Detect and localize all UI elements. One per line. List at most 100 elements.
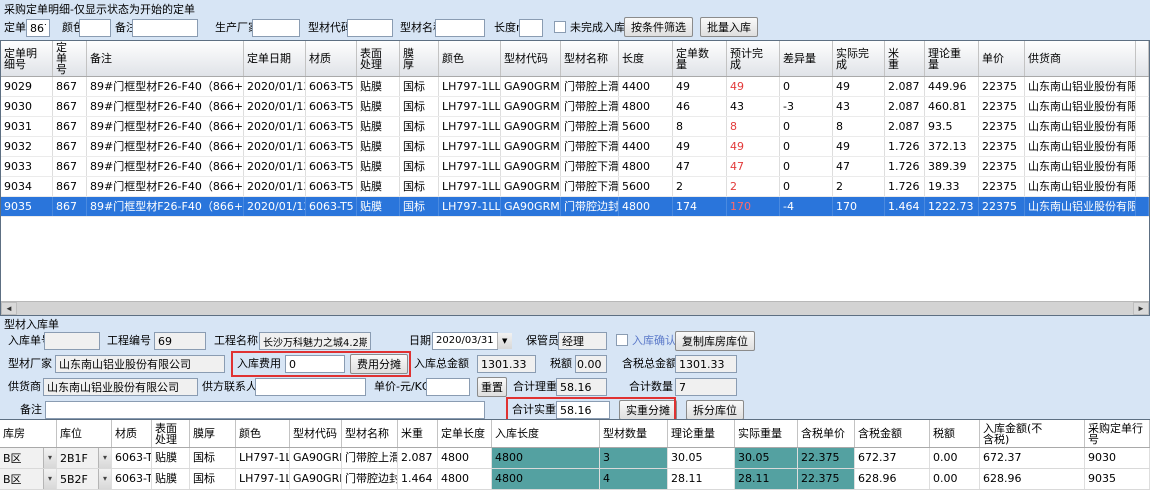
order-no-input[interactable] bbox=[26, 19, 50, 37]
copy-warehouse-button[interactable]: 复制库房库位 bbox=[675, 331, 755, 351]
column-header[interactable]: 型材数量 bbox=[600, 420, 668, 447]
table-row[interactable]: B区▾2B1F▾6063-T5贴膜国标LH797-1LL0GA90GRM03门带… bbox=[0, 448, 1150, 469]
column-header[interactable]: 入库长度 bbox=[492, 420, 600, 447]
table-cell: 22375 bbox=[979, 177, 1025, 196]
column-header[interactable]: 定单长度 bbox=[438, 420, 492, 447]
column-header[interactable]: 备注 bbox=[87, 41, 244, 76]
table-row[interactable]: 902986789#门框型材F26-F40（866+867）2020/01/13… bbox=[1, 77, 1150, 97]
table-cell: 1.726 bbox=[885, 157, 925, 176]
total-actual-input[interactable] bbox=[556, 401, 610, 419]
column-header[interactable]: 单价 bbox=[979, 41, 1025, 76]
column-header[interactable]: 型材代码 bbox=[501, 41, 561, 76]
table-cell[interactable]: B区▾ bbox=[0, 469, 57, 489]
column-header[interactable]: 材质 bbox=[306, 41, 357, 76]
tax-input[interactable] bbox=[575, 355, 607, 373]
split-location-button[interactable]: 拆分库位 bbox=[686, 400, 744, 420]
total-with-tax-input[interactable] bbox=[675, 355, 737, 373]
color-input[interactable] bbox=[79, 19, 111, 37]
h-scrollbar[interactable]: ◄ ► bbox=[1, 301, 1149, 315]
table-cell[interactable]: 2B1F▾ bbox=[57, 448, 112, 468]
profile-name-input[interactable] bbox=[435, 19, 485, 37]
total-qty-input[interactable] bbox=[675, 378, 737, 396]
calendar-dropdown-icon[interactable]: ▼ bbox=[497, 333, 512, 349]
inbound-fee-input[interactable] bbox=[285, 355, 345, 373]
keeper-input[interactable] bbox=[558, 332, 607, 350]
dropdown-arrow-icon[interactable]: ▾ bbox=[43, 448, 56, 468]
column-header[interactable]: 采购定单行 号 bbox=[1085, 420, 1150, 447]
batch-inbound-button[interactable]: 批量入库 bbox=[700, 17, 758, 37]
table-cell: 门带腔上滑 bbox=[342, 448, 398, 468]
scroll-left-button[interactable]: ◄ bbox=[1, 302, 17, 315]
total-theoretical-input[interactable] bbox=[556, 378, 607, 396]
supplier-input[interactable] bbox=[43, 378, 198, 396]
column-header[interactable]: 材质 bbox=[112, 420, 152, 447]
column-header[interactable]: 含税单价 bbox=[798, 420, 855, 447]
table-cell: 0 bbox=[780, 137, 833, 156]
factory-input[interactable] bbox=[55, 355, 225, 373]
length-input[interactable] bbox=[519, 19, 543, 37]
column-header[interactable]: 库房 bbox=[0, 420, 57, 447]
column-header[interactable]: 型材名称 bbox=[561, 41, 619, 76]
cost-allocate-button[interactable]: 费用分摊 bbox=[350, 354, 408, 374]
dropdown-arrow-icon[interactable]: ▾ bbox=[98, 448, 111, 468]
table-cell[interactable]: 5B2F▾ bbox=[57, 469, 112, 489]
dropdown-arrow-icon[interactable]: ▾ bbox=[43, 469, 56, 489]
contact-input[interactable] bbox=[255, 378, 366, 396]
scroll-track[interactable] bbox=[17, 302, 1133, 315]
column-header[interactable]: 差异量 bbox=[780, 41, 833, 76]
column-header[interactable]: 定 单 号 bbox=[53, 41, 87, 76]
column-header[interactable] bbox=[1136, 41, 1149, 76]
column-header[interactable]: 颜色 bbox=[236, 420, 290, 447]
column-header[interactable]: 表面 处理 bbox=[357, 41, 400, 76]
column-header[interactable]: 理论重 量 bbox=[925, 41, 979, 76]
scroll-right-button[interactable]: ► bbox=[1133, 302, 1149, 315]
column-header[interactable]: 含税金额 bbox=[855, 420, 930, 447]
column-header[interactable]: 供货商 bbox=[1025, 41, 1136, 76]
column-header[interactable]: 预计完 成 bbox=[727, 41, 780, 76]
column-header[interactable]: 表面 处理 bbox=[152, 420, 190, 447]
column-header[interactable]: 库位 bbox=[57, 420, 112, 447]
column-header[interactable]: 型材代码 bbox=[290, 420, 342, 447]
remark-input[interactable] bbox=[132, 19, 198, 37]
table-row[interactable]: 903386789#门框型材F26-F40（866+867）2020/01/13… bbox=[1, 157, 1150, 177]
column-header[interactable]: 入库金额(不 含税) bbox=[980, 420, 1085, 447]
table-row[interactable]: 903486789#门框型材F26-F40（866+867）2020/01/13… bbox=[1, 177, 1150, 197]
table-cell: 2020/01/13 bbox=[244, 197, 306, 216]
profile-code-input[interactable] bbox=[347, 19, 393, 37]
column-header[interactable]: 型材名称 bbox=[342, 420, 398, 447]
column-header[interactable]: 税额 bbox=[930, 420, 980, 447]
column-header[interactable]: 定单日期 bbox=[244, 41, 306, 76]
table-row[interactable]: 903186789#门框型材F26-F40（866+867）2020/01/13… bbox=[1, 117, 1150, 137]
date-picker[interactable]: 2020/03/31 ▼ bbox=[432, 332, 498, 350]
column-header[interactable]: 长度 bbox=[619, 41, 673, 76]
total-amount-input[interactable] bbox=[477, 355, 536, 373]
column-header[interactable]: 理论重量 bbox=[668, 420, 735, 447]
table-row[interactable]: 903586789#门框型材F26-F40（866+867）2020/01/13… bbox=[1, 197, 1150, 217]
actual-weight-allocate-button[interactable]: 实重分摊 bbox=[619, 400, 677, 420]
column-header[interactable]: 定单数 量 bbox=[673, 41, 727, 76]
inbound-no-input[interactable] bbox=[44, 332, 100, 350]
table-cell[interactable]: B区▾ bbox=[0, 448, 57, 468]
column-header[interactable]: 膜 厚 bbox=[400, 41, 439, 76]
unit-price-input[interactable] bbox=[426, 378, 470, 396]
note-input[interactable] bbox=[45, 401, 485, 419]
unfinished-checkbox[interactable] bbox=[554, 21, 566, 33]
project-no-input[interactable] bbox=[154, 332, 206, 350]
table-row[interactable]: 903086789#门框型材F26-F40（866+867）2020/01/13… bbox=[1, 97, 1150, 117]
filter-by-condition-button[interactable]: 按条件筛选 bbox=[624, 17, 693, 37]
column-header[interactable]: 定单明 细号 bbox=[1, 41, 53, 76]
table-row[interactable]: 903286789#门框型材F26-F40（866+867）2020/01/13… bbox=[1, 137, 1150, 157]
project-name-input[interactable] bbox=[259, 332, 371, 350]
column-header[interactable]: 颜色 bbox=[439, 41, 501, 76]
manufacturer-input[interactable] bbox=[252, 19, 300, 37]
dropdown-arrow-icon[interactable]: ▾ bbox=[98, 469, 111, 489]
table-row[interactable]: B区▾5B2F▾6063-T5贴膜国标LH797-1LL0GA90GRM05门带… bbox=[0, 469, 1150, 490]
reset-button[interactable]: 重置 bbox=[477, 377, 507, 397]
purchase-order-table: 定单明 细号定 单 号备注定单日期材质表面 处理膜 厚颜色型材代码型材名称长度定… bbox=[1, 41, 1149, 217]
inbound-confirm-checkbox[interactable] bbox=[616, 334, 628, 346]
column-header[interactable]: 米重 bbox=[398, 420, 438, 447]
column-header[interactable]: 膜厚 bbox=[190, 420, 236, 447]
column-header[interactable]: 实际完 成 bbox=[833, 41, 885, 76]
column-header[interactable]: 米 重 bbox=[885, 41, 925, 76]
column-header[interactable]: 实际重量 bbox=[735, 420, 798, 447]
